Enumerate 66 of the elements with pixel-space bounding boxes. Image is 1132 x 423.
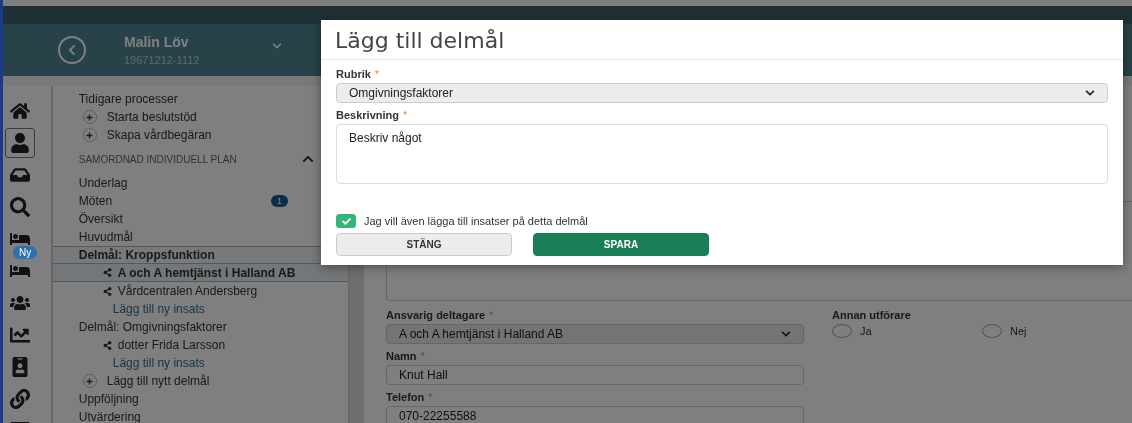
sidebar-button[interactable] xyxy=(5,128,35,158)
client-name: Malin Löv xyxy=(124,34,190,50)
required-mark: * xyxy=(428,391,433,403)
inbox-icon xyxy=(10,165,30,185)
link-icon xyxy=(10,389,30,409)
chevron-up-icon[interactable] xyxy=(302,153,315,165)
required-mark: * xyxy=(374,68,380,80)
chevron-left-icon xyxy=(66,44,78,56)
insats-item[interactable]: Vårdcentralen Andersberg xyxy=(117,284,258,298)
field-label: Ansvarig deltagare xyxy=(386,309,486,321)
nav-action[interactable]: Lägg till nytt delmål xyxy=(106,374,210,388)
radio-label: Nej xyxy=(1010,325,1027,337)
nav-action[interactable]: Starta beslutstöd xyxy=(106,110,197,124)
radio-button[interactable] xyxy=(832,324,852,338)
share-icon xyxy=(102,286,112,296)
add-insats-link[interactable]: Lägg till ny insats xyxy=(112,302,205,316)
checkbox-label: Jag vill även lägga till insatser på detta delmål xyxy=(364,215,588,227)
input-field[interactable]: 070-22255588 xyxy=(386,406,804,423)
close-button[interactable]: STÄNG xyxy=(336,233,512,256)
dialog-title: Lägg till delmål xyxy=(321,20,1123,60)
required-mark: * xyxy=(402,109,408,121)
person-icon xyxy=(10,133,30,153)
id-card-icon xyxy=(10,357,30,377)
field-label: Beskrivning xyxy=(336,109,399,121)
nav-item[interactable]: Uppföljning xyxy=(78,392,139,406)
chevron-down-icon[interactable] xyxy=(272,41,282,51)
nav-item[interactable]: Översikt xyxy=(78,212,123,226)
checkbox[interactable] xyxy=(336,214,356,228)
nav-heading: Tidigare processer xyxy=(78,92,178,106)
required-mark: * xyxy=(489,309,494,321)
search-icon xyxy=(10,197,30,217)
back-button[interactable] xyxy=(58,36,86,64)
insats-item[interactable]: dotter Frida Larsson xyxy=(117,338,226,352)
required-mark: * xyxy=(420,350,425,362)
section-title[interactable]: SAMORDNAD INDIVIDUELL PLAN xyxy=(78,153,237,165)
new-badge: Ny xyxy=(13,246,38,259)
field-label: Rubrik xyxy=(336,68,371,80)
nav-item[interactable]: Underlag xyxy=(78,176,128,190)
check-icon xyxy=(341,216,351,226)
chart-icon xyxy=(10,325,30,345)
share-icon xyxy=(102,268,112,277)
home-icon xyxy=(10,101,30,121)
field-label: Annan utförare xyxy=(832,309,912,321)
goal-item[interactable]: Delmål: Omgivningsfaktorer xyxy=(78,320,227,334)
save-button[interactable]: SPARA xyxy=(533,233,709,256)
nav-item[interactable]: Möten xyxy=(78,194,113,208)
share-icon xyxy=(102,340,112,350)
input-field[interactable]: Knut Hall xyxy=(386,365,804,385)
chevron-down-icon xyxy=(781,329,791,339)
nav-action[interactable]: Skapa vårdbegäran xyxy=(106,128,212,142)
insats-item[interactable]: A och A hemtjänst i Halland AB xyxy=(117,265,296,280)
goal-item[interactable]: Delmål: Kroppsfunktion xyxy=(78,248,215,262)
radio-button[interactable] xyxy=(982,324,1002,338)
add-insats-link[interactable]: Lägg till ny insats xyxy=(112,356,205,370)
field-label: Namn xyxy=(386,350,417,362)
selected-insats-row[interactable]: A och A hemtjänst i Halland AB xyxy=(52,264,349,282)
field-label: Telefon xyxy=(386,391,425,403)
nav-item[interactable]: Huvudmål xyxy=(78,230,133,244)
people-icon xyxy=(10,293,30,313)
select-field[interactable]: A och A hemtjänst i Halland AB xyxy=(386,324,804,344)
select-field[interactable]: Omgivningsfaktorer xyxy=(336,83,1108,103)
radio-label: Ja xyxy=(860,325,872,337)
chevron-down-icon xyxy=(1085,88,1095,98)
text-area[interactable]: Beskriv något xyxy=(336,124,1108,184)
nav-item[interactable]: Utvärdering xyxy=(78,410,141,423)
count-badge: 1 xyxy=(271,195,289,207)
